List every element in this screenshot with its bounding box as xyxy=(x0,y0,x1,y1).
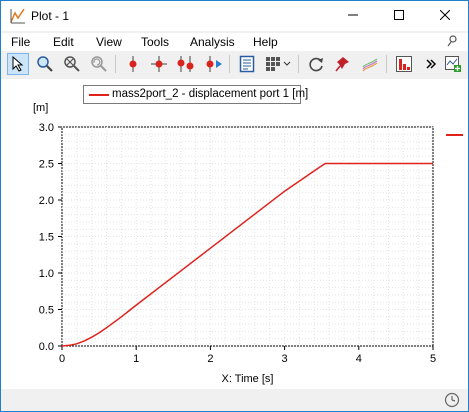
x-tick-label: 1 xyxy=(133,353,139,365)
add-plot-button[interactable] xyxy=(442,53,464,75)
multi-marker-button[interactable] xyxy=(175,53,197,75)
plot-window: Plot - 1 File Edit View Tools Analysis H… xyxy=(0,0,469,412)
x-tick-label: 2 xyxy=(207,353,213,365)
zoom-icon xyxy=(36,55,54,73)
toolbar-separator xyxy=(386,55,387,73)
zoom-reset-button[interactable] xyxy=(88,53,110,75)
toolbar-separator xyxy=(298,55,299,73)
toolbar xyxy=(1,51,468,79)
pin-marker-icon xyxy=(334,55,352,73)
menu-bar: File Edit View Tools Analysis Help xyxy=(1,33,468,51)
window-title: Plot - 1 xyxy=(31,9,70,23)
legend-line-swatch xyxy=(89,94,109,96)
pointer-icon xyxy=(11,56,25,72)
x-tick-label: 5 xyxy=(430,353,436,365)
more-icon xyxy=(425,58,437,70)
waterfall-button[interactable] xyxy=(359,53,381,75)
more-tools-button[interactable] xyxy=(420,53,442,75)
legend-label: mass2port_2 - displacement port 1 [m] xyxy=(112,88,309,100)
play-marker-icon xyxy=(203,55,223,73)
x-tick-label: 4 xyxy=(356,353,362,365)
y-axis-label: [m] xyxy=(33,102,48,114)
y-tick-label: 2.5 xyxy=(39,159,54,171)
maximize-icon xyxy=(394,9,404,23)
plot-canvas[interactable]: 0 1 2 3 4 5 0.0 0.5 1.0 1.5 2.0 2.5 3.0 [m] X: Time [s… xyxy=(1,79,468,389)
status-bar xyxy=(1,389,468,411)
maximize-button[interactable] xyxy=(376,1,422,31)
marker-button[interactable] xyxy=(122,53,144,75)
pin-marker-button[interactable] xyxy=(332,53,354,75)
export-icon xyxy=(239,55,255,73)
x-axis-label: X: Time [s] xyxy=(222,373,274,385)
pointer-tool-button[interactable] xyxy=(7,53,29,75)
y-tick-label: 3.0 xyxy=(39,122,54,134)
toolbar-separator xyxy=(115,55,116,73)
bar-chart-button[interactable] xyxy=(393,53,415,75)
pin-icon[interactable] xyxy=(446,34,460,48)
zoom-out-button[interactable] xyxy=(61,53,83,75)
plot-app-icon xyxy=(9,7,27,25)
menu-tools[interactable]: Tools xyxy=(141,35,169,49)
refresh-button[interactable] xyxy=(305,53,327,75)
minimize-icon xyxy=(348,9,358,23)
title-bar[interactable]: Plot - 1 xyxy=(1,1,468,31)
bar-chart-icon xyxy=(395,55,413,73)
y-tick-label: 2.0 xyxy=(39,195,54,207)
x-tick-label: 0 xyxy=(59,353,65,365)
y-tick-label: 1.0 xyxy=(39,268,54,280)
waterfall-icon xyxy=(361,55,379,73)
crosshair-marker-icon xyxy=(150,55,168,73)
plot-area[interactable]: 0 1 2 3 4 5 0.0 0.5 1.0 1.5 2.0 2.5 3.0 [m] X: Time [s… xyxy=(1,79,468,389)
menu-analysis[interactable]: Analysis xyxy=(190,35,235,49)
crosshair-marker-button[interactable] xyxy=(148,53,170,75)
y-tick-label: 0.0 xyxy=(39,341,54,353)
side-series-marker xyxy=(446,134,463,136)
play-marker-button[interactable] xyxy=(202,53,224,75)
y-tick-label: 0.5 xyxy=(39,305,54,317)
clock-icon xyxy=(444,392,460,408)
minimize-button[interactable] xyxy=(330,1,376,31)
marker-icon xyxy=(125,55,141,73)
add-plot-icon xyxy=(444,55,462,73)
export-button[interactable] xyxy=(236,53,258,75)
zoom-tool-button[interactable] xyxy=(34,53,56,75)
zoom-reset-icon xyxy=(90,55,108,73)
grid-layout-icon xyxy=(264,55,292,73)
multi-marker-icon xyxy=(176,55,196,73)
close-button[interactable] xyxy=(422,1,468,31)
menu-edit[interactable]: Edit xyxy=(53,35,74,49)
menu-help[interactable]: Help xyxy=(253,35,278,49)
grid-layout-dropdown[interactable] xyxy=(263,53,293,75)
zoom-out-icon xyxy=(63,55,81,73)
refresh-icon xyxy=(307,55,325,73)
close-icon xyxy=(439,9,451,23)
toolbar-separator xyxy=(229,55,230,73)
x-tick-label: 3 xyxy=(282,353,288,365)
menu-file[interactable]: File xyxy=(11,35,30,49)
menu-view[interactable]: View xyxy=(96,35,122,49)
plot-legend[interactable]: mass2port_2 - displacement port 1 [m] xyxy=(83,85,308,104)
y-tick-label: 1.5 xyxy=(39,232,54,244)
